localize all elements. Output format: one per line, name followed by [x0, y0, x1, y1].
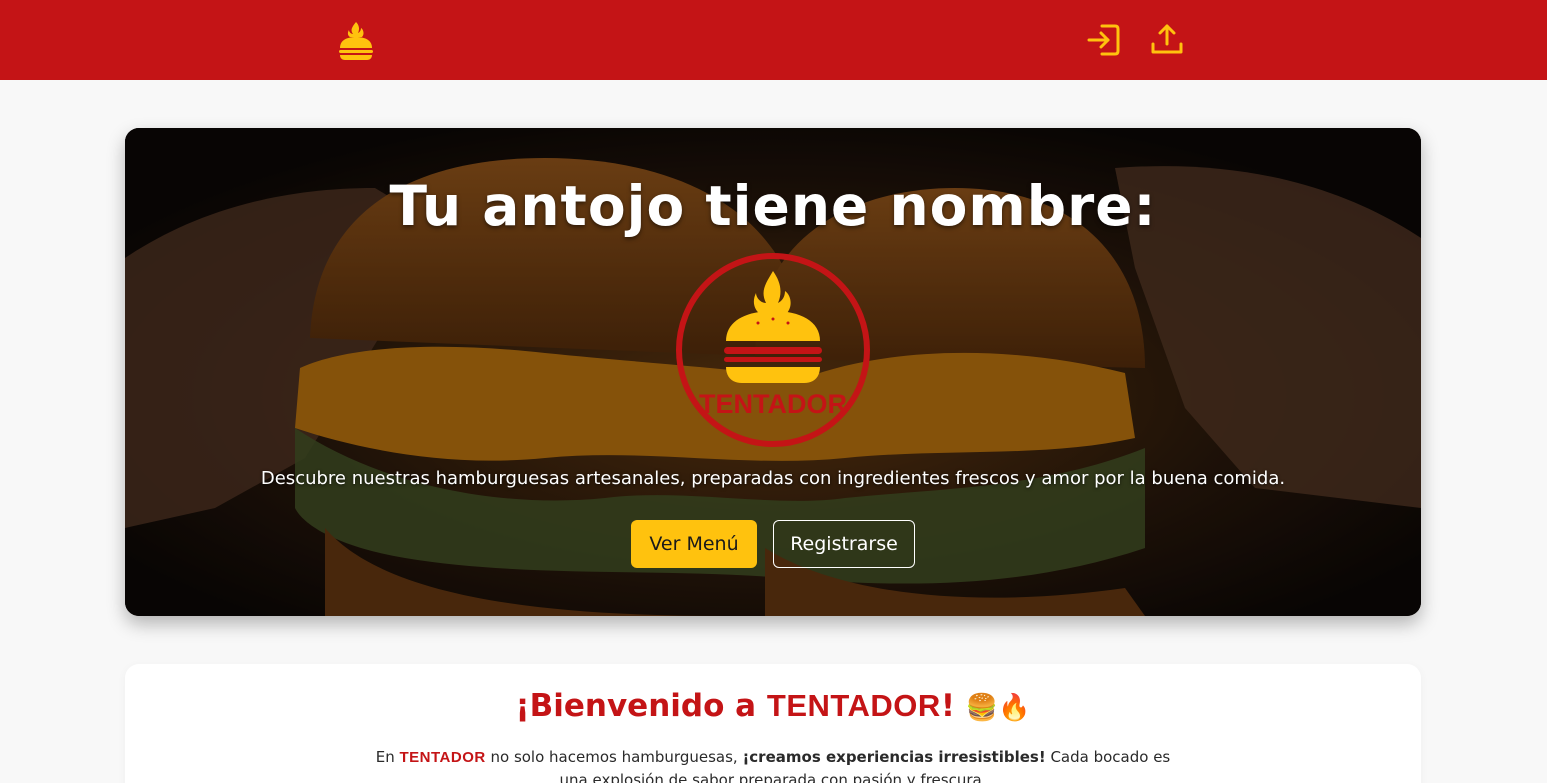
register-button[interactable]: Registrarse — [773, 520, 915, 568]
burger-flame-icon[interactable] — [337, 20, 375, 60]
top-navbar — [0, 0, 1547, 80]
welcome-text-mid: no solo hacemos hamburguesas, — [485, 748, 743, 766]
welcome-title-brand: TENTADOR — [766, 688, 941, 723]
welcome-title-suffix: ! — [940, 688, 955, 724]
hero-banner: Tu antojo tiene nombre: TENTADOR Descubr… — [125, 128, 1421, 616]
welcome-title-prefix: ¡Bienvenido a — [515, 688, 767, 724]
view-menu-button[interactable]: Ver Menú — [631, 520, 757, 568]
hero-title: Tu antojo tiene nombre: — [389, 174, 1157, 238]
welcome-text-en: En — [375, 748, 400, 766]
welcome-text-bold: ¡creamos experiencias irresistibles! — [742, 748, 1046, 766]
welcome-text: En TENTADOR no solo hacemos hamburguesas… — [365, 746, 1181, 783]
upload-icon[interactable] — [1149, 22, 1185, 58]
tentador-logo: TENTADOR — [676, 253, 870, 447]
burger-fire-emoji: 🍔🔥 — [965, 693, 1031, 723]
hero-description: Descubre nuestras hamburguesas artesanal… — [260, 468, 1286, 489]
login-icon[interactable] — [1086, 22, 1122, 58]
welcome-card: ¡Bienvenido a TENTADOR! 🍔🔥 En TENTADOR n… — [125, 664, 1421, 783]
welcome-title: ¡Bienvenido a TENTADOR! 🍔🔥 — [125, 688, 1421, 724]
welcome-text-brand: TENTADOR — [399, 749, 486, 766]
logo-text: TENTADOR — [699, 389, 847, 419]
